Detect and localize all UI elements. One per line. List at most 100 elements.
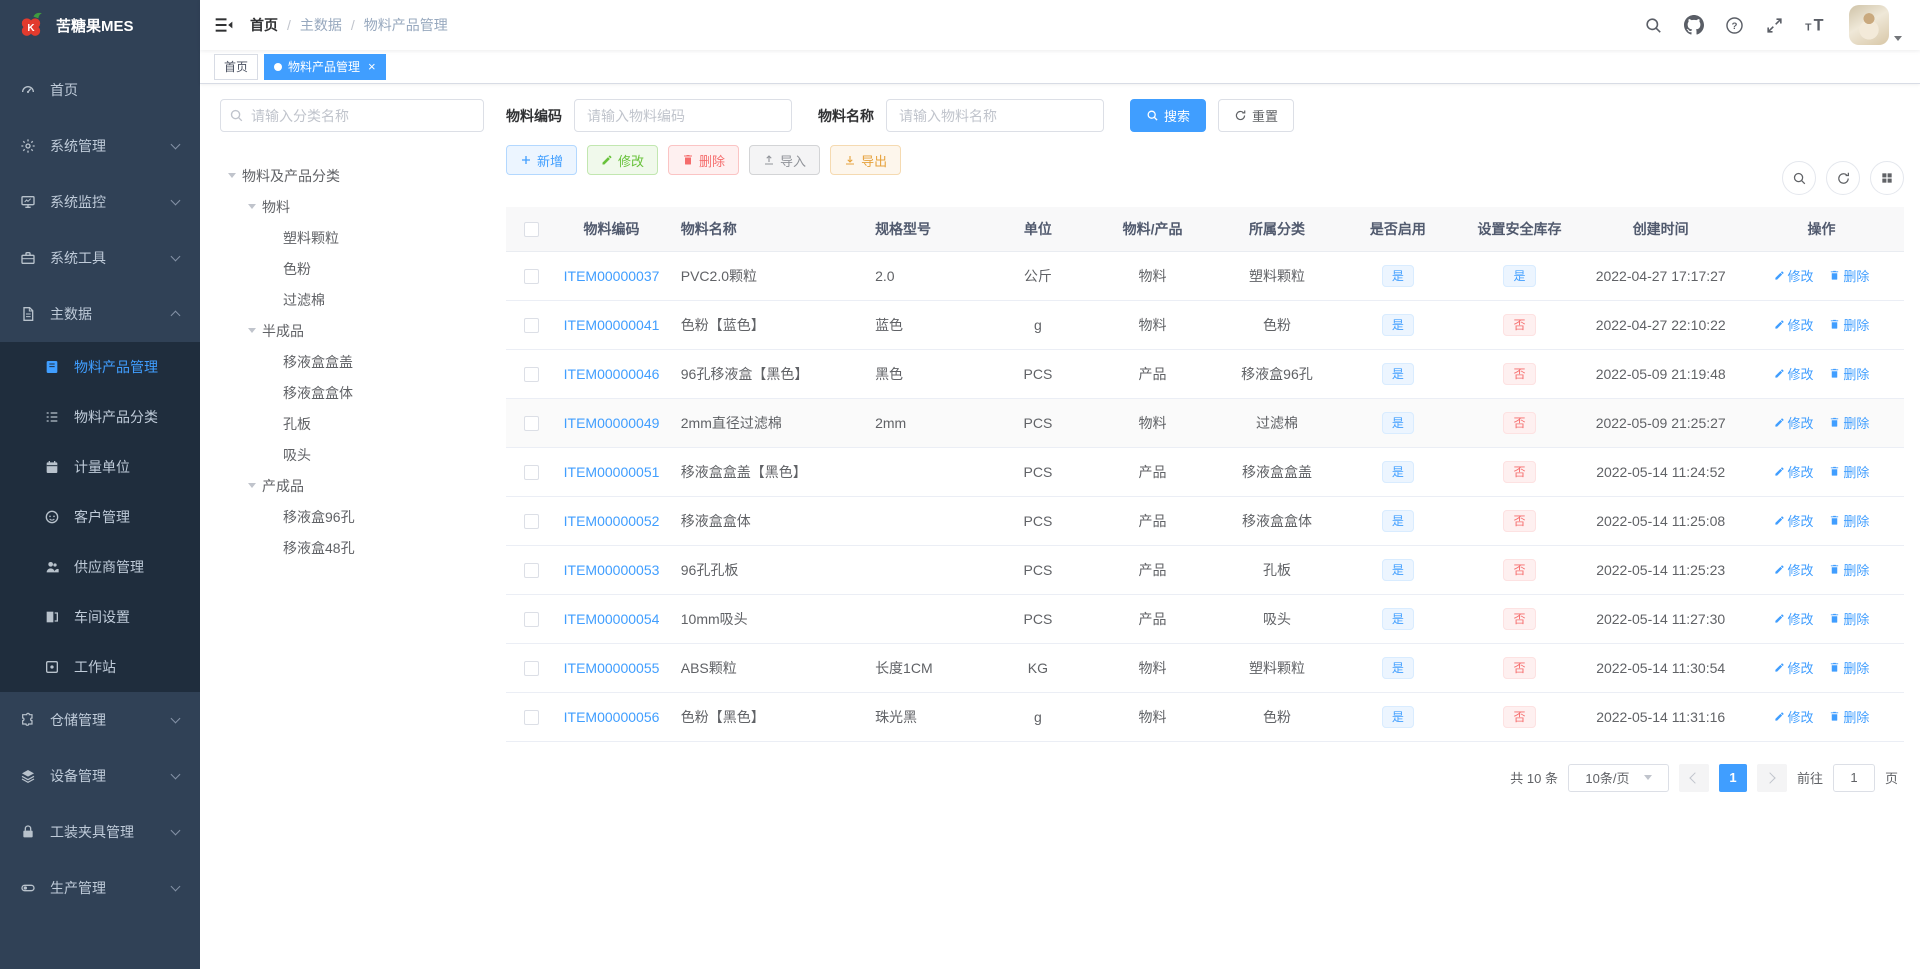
sidebar-item[interactable]: 物料产品分类 [0, 392, 200, 442]
item-code-link[interactable]: ITEM00000046 [564, 366, 660, 382]
tree-node[interactable]: 物料 [220, 191, 484, 222]
delete-row-button[interactable]: 删除 [1829, 560, 1869, 579]
tree-node[interactable]: 色粉 [220, 253, 484, 284]
delete-row-button[interactable]: 删除 [1829, 266, 1869, 285]
item-code-link[interactable]: ITEM00000054 [564, 611, 660, 627]
delete-row-button[interactable]: 删除 [1829, 462, 1869, 481]
tree-node[interactable]: 移液盒盒盖 [220, 346, 484, 377]
code-filter-input[interactable] [574, 99, 792, 132]
sidebar-item[interactable]: 车间设置 [0, 592, 200, 642]
sidebar-item[interactable]: 工装夹具管理 [0, 804, 200, 860]
tree-node[interactable]: 移液盒96孔 [220, 501, 484, 532]
tree-node[interactable]: 移液盒盒体 [220, 377, 484, 408]
user-menu[interactable] [1849, 5, 1902, 45]
delete-row-button[interactable]: 删除 [1829, 707, 1869, 726]
reset-button[interactable]: 重置 [1218, 99, 1295, 132]
goto-page-input[interactable] [1832, 763, 1875, 792]
font-size-icon[interactable]: TT [1805, 16, 1828, 35]
tab[interactable]: 物料产品管理 × [264, 53, 386, 80]
delete-row-button[interactable]: 删除 [1829, 413, 1869, 432]
row-checkbox[interactable] [523, 513, 539, 529]
sidebar-item[interactable]: 供应商管理 [0, 542, 200, 592]
sidebar-item[interactable]: 系统工具 [0, 230, 200, 286]
item-code-link[interactable]: ITEM00000056 [564, 709, 660, 725]
breadcrumb-item[interactable]: 物料产品管理 / [364, 15, 457, 35]
sidebar-item[interactable]: 仓储管理 [0, 692, 200, 748]
breadcrumb-item[interactable]: 主数据 / [300, 15, 364, 35]
edit-button[interactable]: 修改 [587, 145, 659, 175]
edit-row-button[interactable]: 修改 [1774, 560, 1814, 579]
item-code-link[interactable]: ITEM00000037 [564, 268, 660, 284]
search-button[interactable]: 搜索 [1130, 99, 1207, 132]
page-size-select[interactable]: 10条/页 [1567, 763, 1669, 792]
edit-row-button[interactable]: 修改 [1774, 413, 1814, 432]
github-icon[interactable] [1684, 15, 1704, 35]
name-filter-input[interactable] [886, 99, 1104, 132]
row-checkbox[interactable] [523, 611, 539, 627]
row-checkbox[interactable] [523, 415, 539, 431]
edit-row-button[interactable]: 修改 [1774, 707, 1814, 726]
row-checkbox[interactable] [523, 268, 539, 284]
edit-row-button[interactable]: 修改 [1774, 315, 1814, 334]
delete-row-button[interactable]: 删除 [1829, 364, 1869, 383]
add-button[interactable]: 新增 [506, 145, 578, 175]
breadcrumb-item[interactable]: 首页 / [250, 15, 300, 35]
row-checkbox[interactable] [523, 317, 539, 333]
tree-node[interactable]: 过滤棉 [220, 284, 484, 315]
select-all-checkbox[interactable] [523, 222, 539, 238]
tab[interactable]: 首页 [214, 53, 259, 80]
item-code-link[interactable]: ITEM00000055 [564, 660, 660, 676]
row-checkbox[interactable] [523, 464, 539, 480]
edit-row-button[interactable]: 修改 [1774, 658, 1814, 677]
row-checkbox[interactable] [523, 562, 539, 578]
sidebar-item[interactable]: 工作站 [0, 642, 200, 692]
row-checkbox[interactable] [523, 709, 539, 725]
next-page-button[interactable] [1756, 763, 1787, 792]
refresh-button[interactable] [1826, 161, 1860, 195]
tree-node[interactable]: 吸头 [220, 439, 484, 470]
fullscreen-icon[interactable] [1765, 16, 1784, 35]
tree-node[interactable]: 塑料颗粒 [220, 222, 484, 253]
sidebar-item[interactable]: 计量单位 [0, 442, 200, 492]
delete-button[interactable]: 删除 [668, 145, 740, 175]
edit-row-button[interactable]: 修改 [1774, 511, 1814, 530]
item-code-link[interactable]: ITEM00000049 [564, 415, 660, 431]
tree-node[interactable]: 移液盒48孔 [220, 532, 484, 563]
export-button[interactable]: 导出 [830, 145, 902, 175]
category-search-input[interactable] [220, 99, 484, 132]
close-icon[interactable]: × [366, 60, 376, 73]
avatar[interactable] [1849, 5, 1889, 45]
edit-row-button[interactable]: 修改 [1774, 462, 1814, 481]
delete-row-button[interactable]: 删除 [1829, 315, 1869, 334]
sidebar-item[interactable]: 设备管理 [0, 748, 200, 804]
tree-node[interactable]: 物料及产品分类 [220, 160, 484, 191]
delete-row-button[interactable]: 删除 [1829, 658, 1869, 677]
tree-node[interactable]: 孔板 [220, 408, 484, 439]
help-icon[interactable]: ? [1725, 16, 1744, 35]
search-icon[interactable] [1644, 16, 1663, 35]
prev-page-button[interactable] [1678, 763, 1709, 792]
edit-row-button[interactable]: 修改 [1774, 609, 1814, 628]
sidebar-item[interactable]: 生产管理 [0, 860, 200, 916]
sidebar-item[interactable]: 客户管理 [0, 492, 200, 542]
sidebar-item[interactable]: 物料产品管理 [0, 342, 200, 392]
tree-node[interactable]: 半成品 [220, 315, 484, 346]
item-code-link[interactable]: ITEM00000053 [564, 562, 660, 578]
edit-row-button[interactable]: 修改 [1774, 266, 1814, 285]
delete-row-button[interactable]: 删除 [1829, 609, 1869, 628]
row-checkbox[interactable] [523, 366, 539, 382]
columns-button[interactable] [1870, 161, 1904, 195]
sidebar-item[interactable]: 首页 [0, 62, 200, 118]
delete-row-button[interactable]: 删除 [1829, 511, 1869, 530]
sidebar-item[interactable]: 系统管理 [0, 118, 200, 174]
current-page-button[interactable]: 1 [1718, 763, 1747, 792]
item-code-link[interactable]: ITEM00000051 [564, 464, 660, 480]
hamburger-icon[interactable] [214, 15, 234, 35]
tree-node[interactable]: 产成品 [220, 470, 484, 501]
item-code-link[interactable]: ITEM00000052 [564, 513, 660, 529]
row-checkbox[interactable] [523, 660, 539, 676]
sidebar-item[interactable]: 主数据 [0, 286, 200, 342]
import-button[interactable]: 导入 [749, 145, 821, 175]
toggle-search-button[interactable] [1782, 161, 1816, 195]
sidebar-item[interactable]: 系统监控 [0, 174, 200, 230]
